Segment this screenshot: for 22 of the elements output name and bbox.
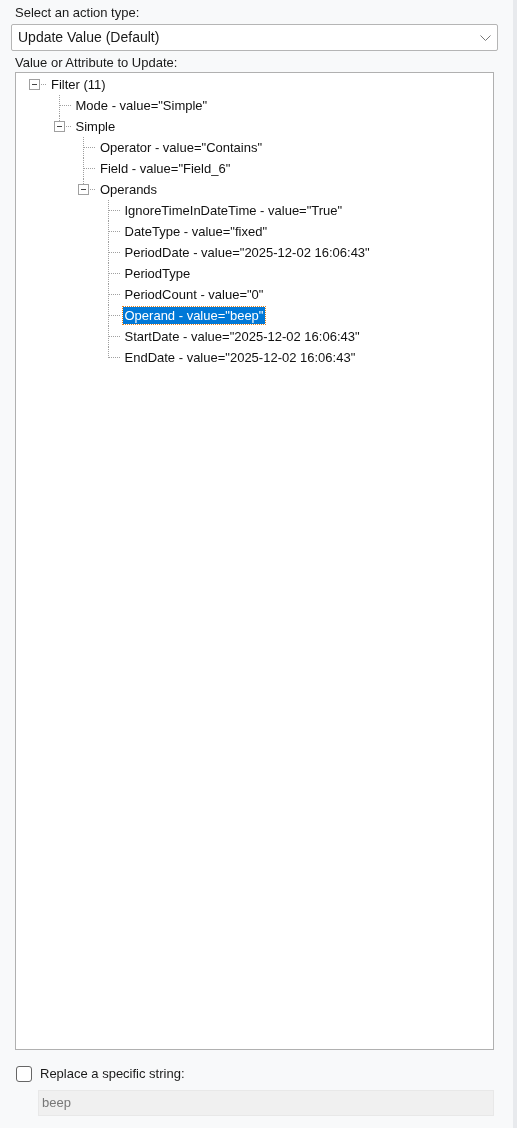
checkbox-label: Replace a specific string: xyxy=(40,1065,185,1083)
chevron-down-icon xyxy=(480,34,491,41)
tree-item[interactable]: PeriodType xyxy=(122,265,193,282)
field-label: Value or Attribute to Update: xyxy=(14,54,179,72)
tree-item[interactable]: Field - value="Field_6" xyxy=(98,160,233,177)
tree-item[interactable]: PeriodCount - value="0" xyxy=(122,286,266,303)
minus-box-icon[interactable] xyxy=(78,184,89,195)
minus-box-icon[interactable] xyxy=(29,79,40,90)
tree-item[interactable]: Simple xyxy=(73,118,118,135)
tree-item[interactable]: IgnoreTimeInDateTime - value="True" xyxy=(122,202,345,219)
tree-item[interactable]: Operands xyxy=(98,181,160,198)
tree-item[interactable]: EndDate - value="2025-12-02 16:06:43" xyxy=(122,349,358,366)
tree-item[interactable]: StartDate - value="2025-12-02 16:06:43" xyxy=(122,328,362,345)
tree-item[interactable]: DateType - value="fixed" xyxy=(122,223,270,240)
action-type-dropdown[interactable]: Update Value (Default) xyxy=(11,24,498,51)
tree-item[interactable]: Filter (11) xyxy=(49,76,108,93)
tree-item[interactable]: Operand - value="beep" xyxy=(122,307,266,324)
tree-item[interactable]: Operator - value="Contains" xyxy=(98,139,265,156)
tree-item[interactable]: Mode - value="Simple" xyxy=(73,97,210,114)
minus-box-icon[interactable] xyxy=(53,121,65,132)
field-label: Select an action type: xyxy=(14,4,141,22)
tree-item[interactable]: PeriodDate - value="2025-12-02 16:06:43" xyxy=(122,244,372,261)
